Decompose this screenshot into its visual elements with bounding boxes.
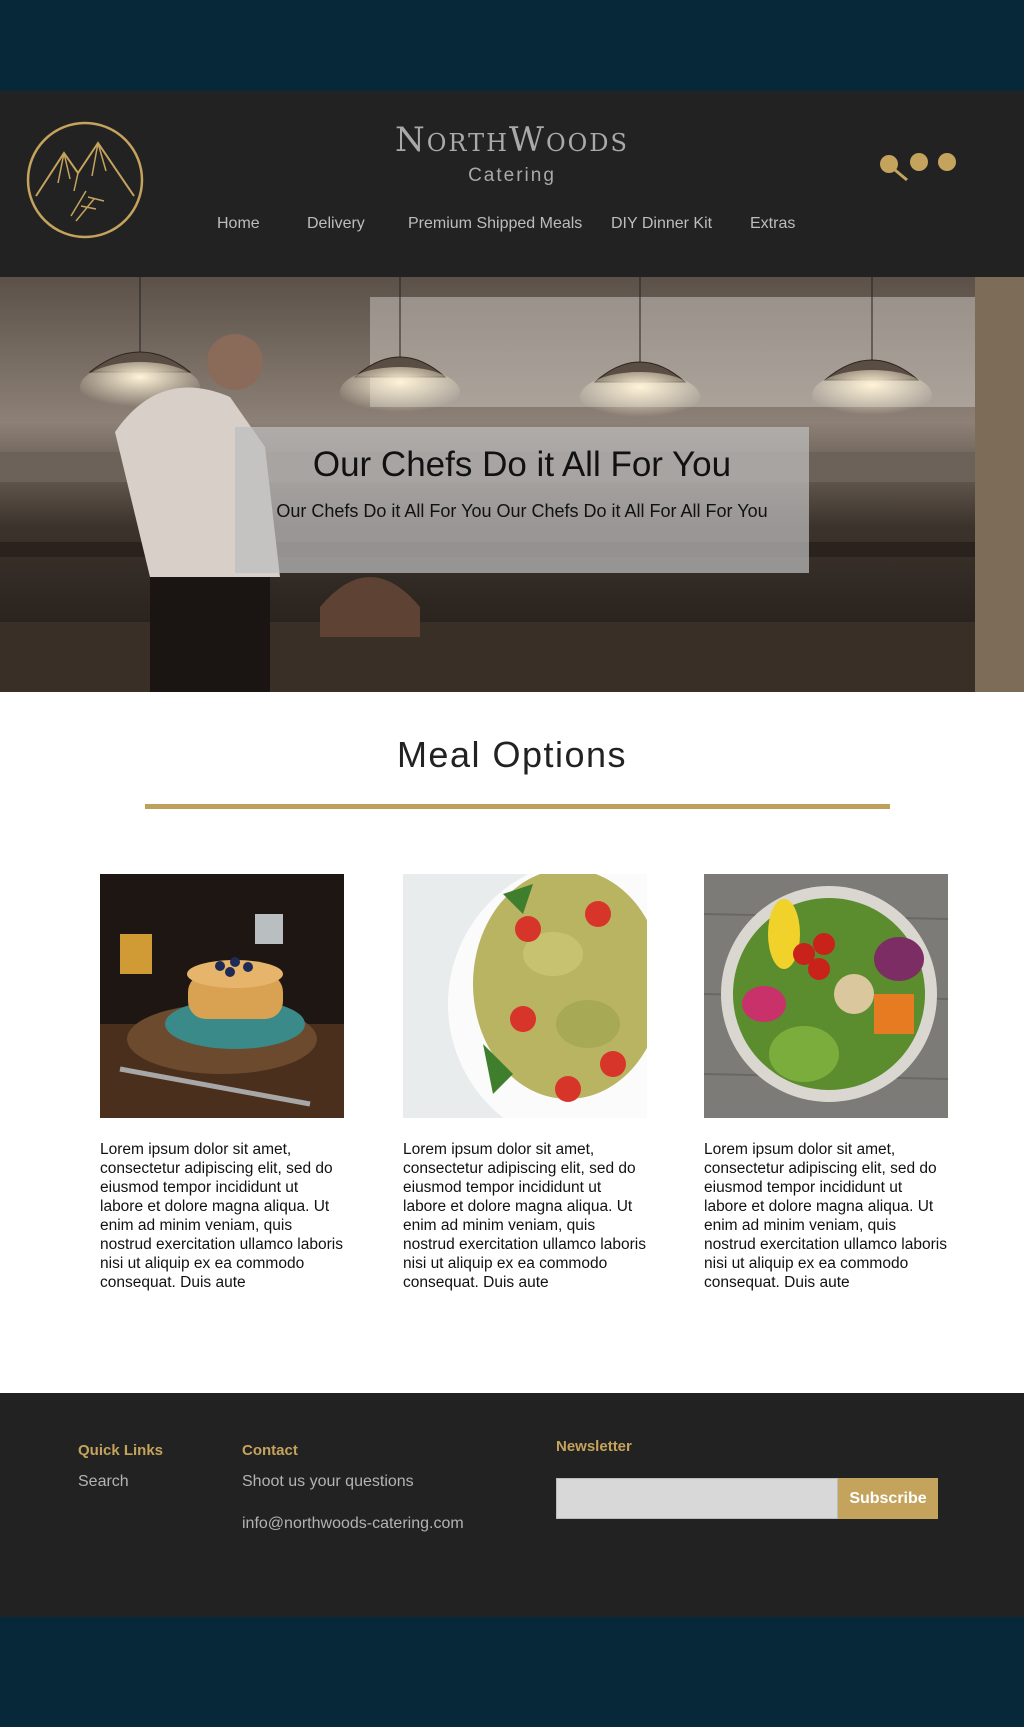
gold-divider bbox=[145, 804, 890, 809]
hero-overlay-box: Our Chefs Do it All For You Our Chefs Do… bbox=[235, 427, 809, 573]
site-footer: Quick Links Search Contact Shoot us your… bbox=[0, 1393, 1024, 1617]
header-icons bbox=[880, 153, 956, 182]
hero-banner: Our Chefs Do it All For You Our Chefs Do… bbox=[0, 277, 1024, 692]
search-icon[interactable] bbox=[880, 155, 908, 182]
newsletter-email-input[interactable] bbox=[556, 1478, 838, 1519]
card-description: Lorem ipsum dolor sit amet, consectetur … bbox=[100, 1141, 343, 1291]
site-header: NorthWoods Catering Home Delivery Premiu… bbox=[0, 91, 1024, 277]
nav-extras[interactable]: Extras bbox=[750, 215, 795, 233]
quick-links-heading: Quick Links bbox=[78, 1442, 164, 1459]
nav-premium-shipped-meals[interactable]: Premium Shipped Meals bbox=[408, 215, 582, 233]
footer-link-search[interactable]: Search bbox=[78, 1473, 129, 1491]
bottom-band bbox=[0, 1617, 1024, 1727]
pancakes-image[interactable] bbox=[100, 874, 344, 1118]
contact-text: Shoot us your questions bbox=[242, 1473, 414, 1490]
brand-subtitle: Catering bbox=[468, 165, 556, 186]
section-title: Meal Options bbox=[396, 734, 628, 775]
meal-options-section: Meal Options Lorem ipsum dolor sit amet,… bbox=[0, 692, 1024, 1393]
contact-email-link[interactable]: info@northwoods-catering.com bbox=[242, 1515, 464, 1533]
veggie-bowl-image[interactable] bbox=[704, 874, 948, 1118]
brand-name[interactable]: NorthWoods bbox=[0, 120, 1024, 160]
top-band bbox=[0, 0, 1024, 91]
card-description: Lorem ipsum dolor sit amet, consectetur … bbox=[403, 1141, 646, 1291]
newsletter-heading: Newsletter bbox=[556, 1438, 632, 1455]
dot-icon[interactable] bbox=[938, 153, 956, 171]
pasta-salad-image[interactable] bbox=[403, 874, 647, 1118]
nav-delivery[interactable]: Delivery bbox=[307, 215, 365, 233]
nav-home[interactable]: Home bbox=[217, 215, 260, 233]
hero-title: Our Chefs Do it All For You bbox=[312, 445, 732, 484]
main-nav: Home Delivery Premium Shipped Meals DIY … bbox=[0, 215, 1024, 239]
subscribe-button[interactable]: Subscribe bbox=[838, 1478, 938, 1519]
dot-icon[interactable] bbox=[910, 153, 928, 171]
contact-heading: Contact bbox=[242, 1442, 298, 1459]
card-description: Lorem ipsum dolor sit amet, consectetur … bbox=[704, 1141, 947, 1291]
hero-subtitle: Our Chefs Do it All For You Our Chefs Do… bbox=[276, 501, 768, 521]
nav-diy-dinner-kit[interactable]: DIY Dinner Kit bbox=[611, 215, 712, 233]
